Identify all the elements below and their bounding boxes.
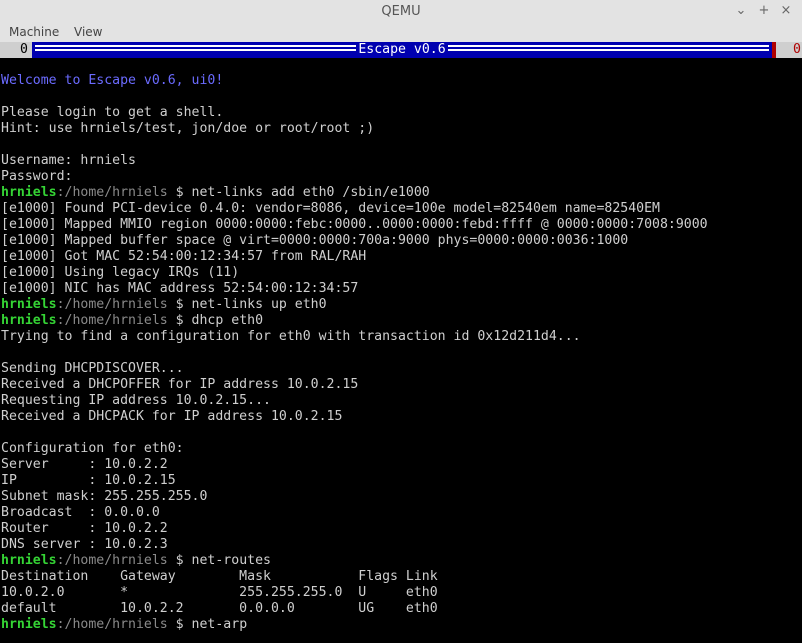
terminal-line: [e1000] Got MAC 52:54:00:12:34:57 from R… bbox=[1, 249, 708, 265]
terminal-text: Configuration for eth0: bbox=[1, 441, 184, 456]
menubar: Machine View bbox=[0, 24, 802, 42]
terminal-text: $ net-routes bbox=[167, 553, 271, 568]
terminal-line: Configuration for eth0: bbox=[1, 441, 708, 457]
terminal-line: [e1000] Mapped MMIO region 0000:0000:feb… bbox=[1, 217, 708, 233]
terminal-line: Trying to find a configuration for eth0 … bbox=[1, 329, 708, 345]
terminal-text: Server : 10.0.2.2 bbox=[1, 457, 168, 472]
terminal-line: Welcome to Escape v0.6, ui0! bbox=[1, 73, 708, 89]
prompt-user: hrniels bbox=[1, 185, 57, 200]
terminal-text: Password: bbox=[1, 169, 73, 184]
terminal-text: [e1000] Using legacy IRQs (11) bbox=[1, 265, 240, 280]
terminal-text: Username: hrniels bbox=[1, 153, 136, 168]
terminal-line: Received a DHCPACK for IP address 10.0.2… bbox=[1, 409, 708, 425]
terminal-text: [e1000] NIC has MAC address 52:54:00:12:… bbox=[1, 281, 359, 296]
prompt-user: hrniels bbox=[1, 313, 57, 328]
terminal-text: $ dhcp eth0 bbox=[167, 313, 264, 328]
terminal-text: [e1000] Mapped buffer space @ virt=0000:… bbox=[1, 233, 629, 248]
terminal-line: [e1000] Found PCI-device 0.4.0: vendor=8… bbox=[1, 201, 708, 217]
vm-screen[interactable]: 0 Escape v0.6 0 Welcome to Escape v0.6, … bbox=[0, 42, 802, 643]
minimize-icon[interactable]: ⌄ bbox=[734, 3, 748, 19]
prompt-path: :/home/hrniels bbox=[56, 313, 168, 328]
terminal-line: IP : 10.0.2.15 bbox=[1, 473, 708, 489]
terminal-line: Received a DHCPOFFER for IP address 10.0… bbox=[1, 377, 708, 393]
terminal-text: Requesting IP address 10.0.2.15... bbox=[1, 393, 271, 408]
prompt-path: :/home/hrniels bbox=[56, 617, 168, 632]
terminal-text: Hint: use hrniels/test, jon/doe or root/… bbox=[1, 121, 375, 136]
terminal-text: [e1000] Found PCI-device 0.4.0: vendor=8… bbox=[1, 201, 660, 216]
terminal-line: Broadcast : 0.0.0.0 bbox=[1, 505, 708, 521]
close-icon[interactable]: × bbox=[779, 3, 793, 19]
terminal-text: Sending DHCPDISCOVER... bbox=[1, 361, 184, 376]
prompt-user: hrniels bbox=[1, 553, 57, 568]
terminal-line: 10.0.2.0 * 255.255.255.0 U eth0 bbox=[1, 585, 708, 601]
status-left-counter: 0 bbox=[0, 42, 32, 58]
status-bar: 0 Escape v0.6 0 bbox=[0, 42, 802, 58]
terminal-text: default 10.0.2.2 0.0.0.0 UG eth0 bbox=[1, 601, 438, 616]
prompt-user: hrniels bbox=[1, 617, 57, 632]
terminal-text: 10.0.2.0 * 255.255.255.0 U eth0 bbox=[1, 585, 438, 600]
terminal-text: Welcome to Escape v0.6, ui0! bbox=[1, 73, 224, 88]
terminal-line: Please login to get a shell. bbox=[1, 105, 708, 121]
prompt-path: :/home/hrniels bbox=[56, 185, 168, 200]
prompt-user: hrniels bbox=[1, 297, 57, 312]
terminal-line: Username: hrniels bbox=[1, 153, 708, 169]
terminal-line: Hint: use hrniels/test, jon/doe or root/… bbox=[1, 121, 708, 137]
terminal-text: $ net-links up eth0 bbox=[167, 297, 327, 312]
terminal-output: Welcome to Escape v0.6, ui0! Please login… bbox=[1, 73, 708, 633]
terminal-text: $ net-arp bbox=[167, 617, 248, 632]
terminal-line: hrniels:/home/hrniels $ net-links add et… bbox=[1, 185, 708, 201]
terminal-text: [e1000] Got MAC 52:54:00:12:34:57 from R… bbox=[1, 249, 367, 264]
terminal-text: [e1000] Mapped MMIO region 0000:0000:feb… bbox=[1, 217, 708, 232]
terminal-line: Sending DHCPDISCOVER... bbox=[1, 361, 708, 377]
maximize-icon[interactable]: + bbox=[757, 3, 771, 19]
terminal-line: default 10.0.2.2 0.0.0.0 UG eth0 bbox=[1, 601, 708, 617]
terminal-text: Received a DHCPACK for IP address 10.0.2… bbox=[1, 409, 343, 424]
terminal-line: Subnet mask: 255.255.255.0 bbox=[1, 489, 708, 505]
terminal-text: IP : 10.0.2.15 bbox=[1, 473, 176, 488]
terminal-line: [e1000] Mapped buffer space @ virt=0000:… bbox=[1, 233, 708, 249]
status-right-counter: 0 bbox=[776, 42, 802, 58]
prompt-path: :/home/hrniels bbox=[56, 553, 168, 568]
terminal-line: Server : 10.0.2.2 bbox=[1, 457, 708, 473]
terminal-line: hrniels:/home/hrniels $ dhcp eth0 bbox=[1, 313, 708, 329]
terminal-line: hrniels:/home/hrniels $ net-links up eth… bbox=[1, 297, 708, 313]
status-title-bar: Escape v0.6 bbox=[32, 42, 772, 58]
prompt-path: :/home/hrniels bbox=[56, 297, 168, 312]
terminal-line: DNS server : 10.0.2.3 bbox=[1, 537, 708, 553]
terminal-text: Please login to get a shell. bbox=[1, 105, 224, 120]
status-title: Escape v0.6 bbox=[356, 42, 448, 57]
terminal-line: Destination Gateway Mask Flags Link bbox=[1, 569, 708, 585]
terminal-line: [e1000] NIC has MAC address 52:54:00:12:… bbox=[1, 281, 708, 297]
terminal-line: hrniels:/home/hrniels $ net-arp bbox=[1, 617, 708, 633]
window-titlebar: QEMU ⌄ + × bbox=[0, 0, 802, 24]
terminal-text: DNS server : 10.0.2.3 bbox=[1, 537, 168, 552]
terminal-line: Router : 10.0.2.2 bbox=[1, 521, 708, 537]
terminal-text: $ net-links add eth0 /sbin/e1000 bbox=[167, 185, 430, 200]
window-title: QEMU bbox=[381, 4, 421, 19]
menu-view[interactable]: View bbox=[74, 25, 102, 39]
terminal-text: Subnet mask: 255.255.255.0 bbox=[1, 489, 208, 504]
terminal-line: hrniels:/home/hrniels $ net-routes bbox=[1, 553, 708, 569]
terminal-text: Router : 10.0.2.2 bbox=[1, 521, 168, 536]
terminal-line: [e1000] Using legacy IRQs (11) bbox=[1, 265, 708, 281]
terminal-text: Broadcast : 0.0.0.0 bbox=[1, 505, 160, 520]
terminal-text: Destination Gateway Mask Flags Link bbox=[1, 569, 438, 584]
menu-machine[interactable]: Machine bbox=[9, 25, 59, 39]
terminal-text: Trying to find a configuration for eth0 … bbox=[1, 329, 581, 344]
terminal-line: Password: bbox=[1, 169, 708, 185]
terminal-line: Requesting IP address 10.0.2.15... bbox=[1, 393, 708, 409]
terminal-text: Received a DHCPOFFER for IP address 10.0… bbox=[1, 377, 359, 392]
